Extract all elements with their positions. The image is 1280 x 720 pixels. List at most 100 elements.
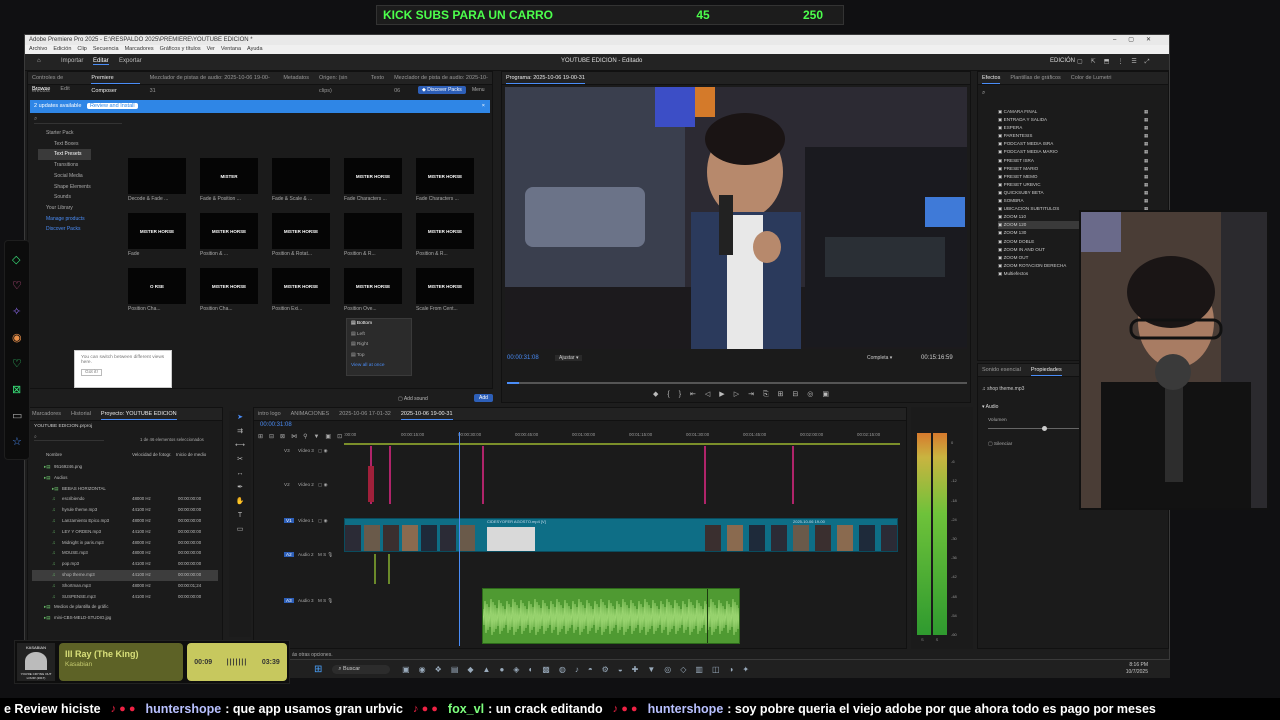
kick-icon[interactable]: ⊠	[12, 383, 21, 396]
preset-thumbnail[interactable]: MISTER HORSE	[416, 268, 474, 304]
option-bottom[interactable]: ▤ Bottom	[351, 319, 411, 330]
tree-social-media[interactable]: Social Media	[38, 171, 91, 182]
preset-thumbnail[interactable]: MISTER HORSE	[272, 213, 330, 249]
tree-discover-packs[interactable]: Discover Packs	[38, 224, 91, 235]
menu-edicion[interactable]: Edición	[53, 45, 71, 54]
effect-preset-item[interactable]: ▣ PARENTESIS ▦	[998, 132, 1148, 140]
effect-preset-item[interactable]: ▣ ENTRADA Y SALIDA ▦	[998, 116, 1148, 124]
timeline-ruler[interactable]: :00:00 00:00:15:00 00:00:30:00 00:00:45:00 0…	[344, 432, 900, 442]
hand-icon[interactable]: ✋	[229, 495, 251, 509]
video-clip-v1[interactable]: CIDESYOFER AGOSTO.mp4 [V] 2025-10-06 19-0…	[344, 518, 898, 552]
tab-lumetri[interactable]: Color de Lumetri	[1071, 72, 1112, 84]
preset-thumbnail[interactable]: MISTER	[200, 158, 258, 194]
tree-transitions[interactable]: Transitions	[38, 160, 91, 171]
project-row[interactable]: ♫ shop theme.mp3 44100 Hz 00:00:00:00	[32, 569, 218, 581]
track-header[interactable]: V3 Vídeo 3 ▢ ◉	[258, 448, 342, 464]
col-rate[interactable]: Velocidad de fotogr.	[132, 452, 172, 457]
tree-starter-pack[interactable]: Starter Pack	[38, 128, 91, 139]
effect-preset-item[interactable]: ▣ QUICKSUBY BETA ▦	[998, 189, 1148, 197]
menu-ver[interactable]: Ver	[207, 45, 215, 54]
tab-program[interactable]: Programa: 2025-10-06 19-00-31	[506, 72, 585, 84]
tab-history[interactable]: Historial	[71, 408, 91, 420]
project-row[interactable]: ▸▤ Medios de plantilla de gráfic	[32, 602, 218, 613]
effect-preset-item[interactable]: ▣ CAMARA FINAL ▦	[998, 108, 1148, 116]
preset-thumbnail[interactable]	[128, 158, 186, 194]
audio-clip-a3[interactable]	[482, 588, 740, 644]
program-scrubber[interactable]	[507, 382, 967, 384]
add-button[interactable]: Add	[474, 394, 493, 402]
shape-icon[interactable]: ▭	[229, 523, 251, 537]
preset-thumbnail[interactable]: MISTER HORSE	[416, 213, 474, 249]
tab-intro-logo[interactable]: intro logo	[258, 408, 281, 420]
audio-clip-a2[interactable]	[374, 554, 376, 584]
tree-your-library[interactable]: Your Library	[38, 203, 91, 214]
project-row[interactable]: ♫ LEY Y ORDEN.mp3 44100 Hz 00:00:00:00	[32, 527, 218, 538]
preset-thumbnail[interactable]: MISTER HORSE	[344, 268, 402, 304]
preset-thumbnail[interactable]	[344, 213, 402, 249]
tab-text[interactable]: Texto	[371, 72, 384, 84]
option-right[interactable]: ▤ Right	[351, 340, 411, 351]
project-row[interactable]: ▸▤ mini-CBS-MELD-STUDIO.jpg	[32, 613, 218, 624]
track-id[interactable]: A3	[284, 598, 294, 603]
meter-solo-right[interactable]: S	[936, 637, 951, 642]
preset-thumbnail[interactable]: MISTER HORSE	[200, 213, 258, 249]
mute-solo-icon[interactable]: M S 🎙	[318, 552, 333, 558]
quality-select[interactable]: Completa ▾	[867, 355, 892, 361]
tab-seq-19[interactable]: 2025-10-06 19-00-31	[400, 408, 453, 420]
menu-clip[interactable]: Clip	[77, 45, 86, 54]
track-header[interactable]: A3 Audio 3 M S 🎙	[258, 598, 342, 614]
preset-thumbnail[interactable]: O RSE	[128, 268, 186, 304]
eye-icon[interactable]: ◉	[12, 331, 22, 344]
toolbar-icons[interactable]: ▢⇱⬒⋮☰⤢	[1077, 58, 1158, 66]
tab-browse[interactable]: Browse	[32, 86, 50, 92]
slip-icon[interactable]: ↔	[229, 467, 251, 481]
view-all-link[interactable]: View all at once	[351, 361, 411, 372]
track-id[interactable]: V2	[284, 482, 290, 487]
tab-project[interactable]: Proyecto: YOUTUBE EDICION	[100, 408, 177, 420]
sequence-marker[interactable]	[792, 446, 794, 504]
properties-audio-section[interactable]: ▾ Audio	[982, 404, 998, 410]
preset-thumbnail[interactable]: MISTER HORSE	[416, 158, 474, 194]
tab-effects[interactable]: Efectos	[982, 72, 1001, 84]
mute-solo-icon[interactable]: M S 🎙	[318, 598, 333, 604]
selection-tool-icon[interactable]: ➤	[229, 411, 251, 425]
project-row[interactable]: ♫ hyrule theme.mp3 44100 Hz 00:00:00:00	[32, 505, 218, 516]
tab-edit[interactable]: Edit	[60, 86, 69, 92]
start-icon[interactable]: ⊞	[314, 664, 322, 675]
star-icon[interactable]: ☆	[12, 435, 22, 448]
video-clip-v3[interactable]	[368, 466, 374, 502]
ws-editar[interactable]: Editar	[93, 58, 109, 65]
fit-select[interactable]: Ajustar ▾	[555, 355, 583, 361]
audio-clip-a2[interactable]	[388, 554, 390, 584]
tree-shape-elements[interactable]: Shape Elements	[38, 182, 91, 193]
timeline-playhead[interactable]	[459, 432, 460, 646]
tab-premiere-composer[interactable]: Premiere Composer	[91, 72, 140, 94]
tab-track-mixer[interactable]: Mezclador de pista de audio: 2025-10-06	[394, 72, 492, 94]
preset-thumbnail[interactable]: MISTER HORSE	[272, 268, 330, 304]
effect-preset-item[interactable]: ▣ PODCAST MEDIA ISRA ▦	[998, 140, 1148, 148]
ws-exportar[interactable]: Exportar	[119, 58, 142, 64]
heart-green-icon[interactable]: ♡	[12, 357, 22, 370]
effect-preset-item[interactable]: ▣ PODCAST MEDIA MARIO ▦	[998, 148, 1148, 156]
sequence-marker[interactable]	[704, 446, 706, 504]
track-header[interactable]: A2 Audio 2 M S 🎙	[258, 552, 342, 568]
review-install-button[interactable]: Review and Install	[86, 103, 138, 109]
transport-controls[interactable]: ◆{}⇤◁▶▷⇥⎘⊞⊟◎▣	[653, 390, 838, 399]
effects-search-icon[interactable]: ⌕	[982, 90, 985, 97]
preset-thumbnail[interactable]: MISTER HORSE	[344, 158, 402, 194]
workspace-label[interactable]: EDICIÓN	[1050, 58, 1075, 64]
sparkle-icon[interactable]: ✧	[12, 305, 21, 318]
razor-icon[interactable]: ✂	[229, 453, 251, 467]
option-top[interactable]: ▤ Top	[351, 351, 411, 362]
pen-icon[interactable]: ✒	[229, 481, 251, 495]
volume-thumb[interactable]	[1042, 426, 1047, 431]
tab-effect-controls[interactable]: Controles de efectos	[32, 72, 81, 94]
taskbar-clock[interactable]: 8:16 PM 10/7/2025	[1126, 662, 1148, 676]
meter-solo-buttons[interactable]: SS	[921, 637, 950, 642]
track-select-icon[interactable]: ⇉	[229, 425, 251, 439]
got-it-button[interactable]: Got it!	[81, 369, 102, 376]
project-row[interactable]: ♫ Shortman.mp3 48000 Hz 00:00:01;24	[32, 581, 218, 592]
project-row[interactable]: ♫ escribiendo 48000 Hz 00:00:00:00	[32, 494, 218, 505]
tree-manage-products[interactable]: Manage products	[38, 214, 91, 225]
project-search-icon[interactable]: ⌕	[34, 434, 104, 441]
